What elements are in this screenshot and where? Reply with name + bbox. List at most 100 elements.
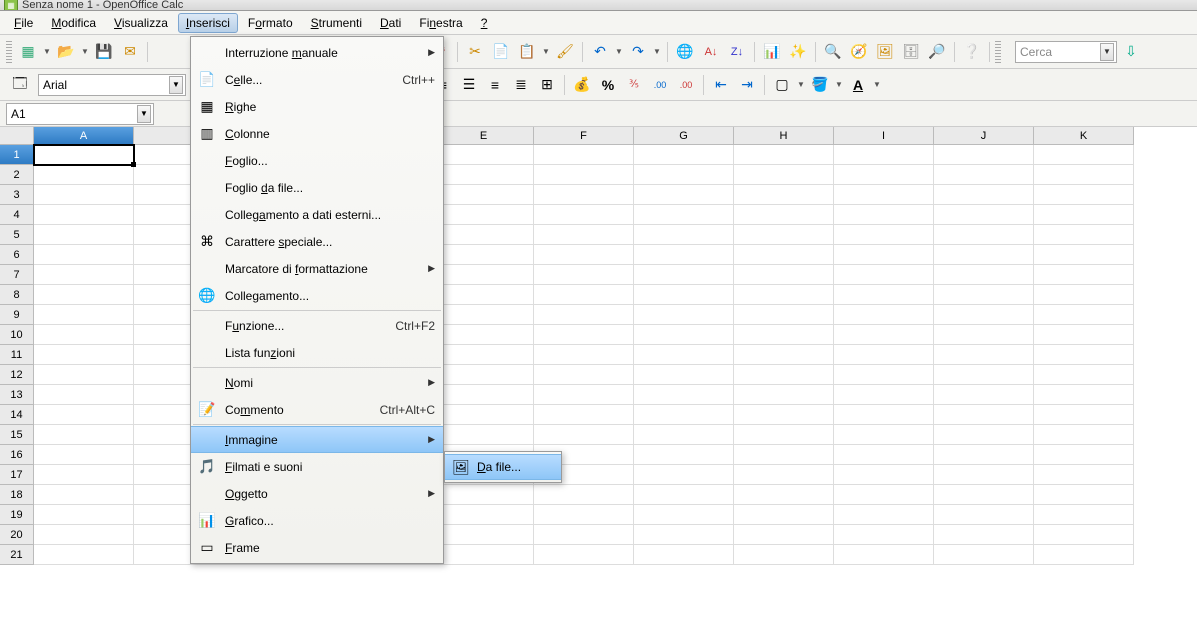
cell[interactable] [934, 205, 1034, 225]
cell[interactable] [434, 225, 534, 245]
paste-dropdown[interactable]: ▼ [541, 47, 551, 56]
cell[interactable] [434, 285, 534, 305]
cell[interactable] [434, 205, 534, 225]
cell[interactable] [734, 325, 834, 345]
cell[interactable] [634, 505, 734, 525]
column-header[interactable]: G [634, 127, 734, 145]
row-header[interactable]: 10 [0, 325, 34, 345]
menu-item-carattere-speciale[interactable]: ⌘Carattere speciale... [191, 228, 443, 255]
add-decimal-button[interactable]: .00 [648, 73, 672, 97]
cell[interactable] [434, 305, 534, 325]
row-header[interactable]: 8 [0, 285, 34, 305]
insert-chart-button[interactable]: 📊 [760, 40, 784, 64]
cell[interactable] [634, 325, 734, 345]
cell[interactable] [1034, 505, 1134, 525]
cell[interactable] [934, 485, 1034, 505]
cell[interactable] [34, 305, 134, 325]
search-next-button[interactable]: ⇩ [1119, 40, 1143, 64]
cell[interactable] [634, 445, 734, 465]
row-header[interactable]: 14 [0, 405, 34, 425]
row-header[interactable]: 18 [0, 485, 34, 505]
row-header[interactable]: 6 [0, 245, 34, 265]
cell[interactable] [934, 185, 1034, 205]
cell[interactable] [834, 185, 934, 205]
cell[interactable] [534, 145, 634, 165]
menu-modifica[interactable]: Modifica [43, 13, 104, 33]
cell[interactable] [434, 525, 534, 545]
save-button[interactable]: 💾 [92, 40, 116, 64]
search-input[interactable]: Cerca ▼ [1015, 41, 1117, 63]
menu-item-commento[interactable]: 📝CommentoCtrl+Alt+C [191, 396, 443, 423]
cell[interactable] [834, 285, 934, 305]
column-header[interactable]: I [834, 127, 934, 145]
row-header[interactable]: 15 [0, 425, 34, 445]
cell[interactable] [434, 365, 534, 385]
column-header[interactable]: H [734, 127, 834, 145]
cell[interactable] [1034, 545, 1134, 565]
cell[interactable] [1034, 365, 1134, 385]
row-header[interactable]: 9 [0, 305, 34, 325]
menu-item-righe[interactable]: ▦Righe [191, 93, 443, 120]
new-doc-dropdown[interactable]: ▼ [42, 47, 52, 56]
menu-item-oggetto[interactable]: Oggetto▶ [191, 480, 443, 507]
cell[interactable] [434, 265, 534, 285]
help-button[interactable]: ❔ [960, 40, 984, 64]
cell[interactable] [734, 545, 834, 565]
gallery-button[interactable]: 🖼 [873, 40, 897, 64]
percent-button[interactable]: % [596, 73, 620, 97]
cell[interactable] [834, 545, 934, 565]
cell[interactable] [634, 345, 734, 365]
borders-dropdown[interactable]: ▼ [796, 80, 806, 89]
cell[interactable] [1034, 145, 1134, 165]
cell[interactable] [934, 165, 1034, 185]
cell[interactable] [34, 505, 134, 525]
cell[interactable] [934, 245, 1034, 265]
redo-button[interactable]: ↷ [626, 40, 650, 64]
cell[interactable] [634, 285, 734, 305]
format-paint-button[interactable]: 🖌 [553, 40, 577, 64]
cell[interactable] [634, 165, 734, 185]
align-justify-button[interactable]: ≣ [509, 73, 533, 97]
cell[interactable] [434, 385, 534, 405]
cell[interactable] [634, 405, 734, 425]
paste-button[interactable]: 📋 [515, 40, 539, 64]
open-button[interactable]: 📂 [54, 40, 78, 64]
cell[interactable] [434, 185, 534, 205]
zoom-button[interactable]: 🔎 [925, 40, 949, 64]
undo-button[interactable]: ↶ [588, 40, 612, 64]
row-header[interactable]: 3 [0, 185, 34, 205]
cell[interactable] [834, 525, 934, 545]
cell[interactable] [934, 445, 1034, 465]
cell[interactable] [734, 145, 834, 165]
cell[interactable] [834, 325, 934, 345]
cell[interactable] [534, 365, 634, 385]
menu-item-filmati-e-suoni[interactable]: 🎵Filmati e suoni [191, 453, 443, 480]
cell[interactable] [434, 485, 534, 505]
cell[interactable] [1034, 445, 1134, 465]
cell[interactable] [734, 485, 834, 505]
cell-reference-dropdown[interactable]: ▼ [137, 105, 151, 123]
cell[interactable] [834, 505, 934, 525]
cell[interactable] [34, 245, 134, 265]
menu-item-funzione[interactable]: Funzione...Ctrl+F2 [191, 312, 443, 339]
row-header[interactable]: 12 [0, 365, 34, 385]
menu-strumenti[interactable]: Strumenti [303, 13, 370, 33]
cell[interactable] [434, 405, 534, 425]
cell[interactable] [534, 225, 634, 245]
remove-decimal-button[interactable]: .00 [674, 73, 698, 97]
cell[interactable] [634, 225, 734, 245]
cell[interactable] [634, 525, 734, 545]
cell[interactable] [734, 505, 834, 525]
font-name-dropdown[interactable]: ▼ [169, 76, 183, 94]
navigator-button[interactable]: 🧭 [847, 40, 871, 64]
cell[interactable] [1034, 465, 1134, 485]
menu-finestra[interactable]: Finestra [411, 13, 470, 33]
cell[interactable] [934, 525, 1034, 545]
cell[interactable] [1034, 225, 1134, 245]
cell[interactable] [934, 145, 1034, 165]
standard-format-button[interactable]: ⅗ [622, 73, 646, 97]
cell[interactable] [434, 165, 534, 185]
cell[interactable] [834, 245, 934, 265]
row-header[interactable]: 13 [0, 385, 34, 405]
cell[interactable] [834, 445, 934, 465]
